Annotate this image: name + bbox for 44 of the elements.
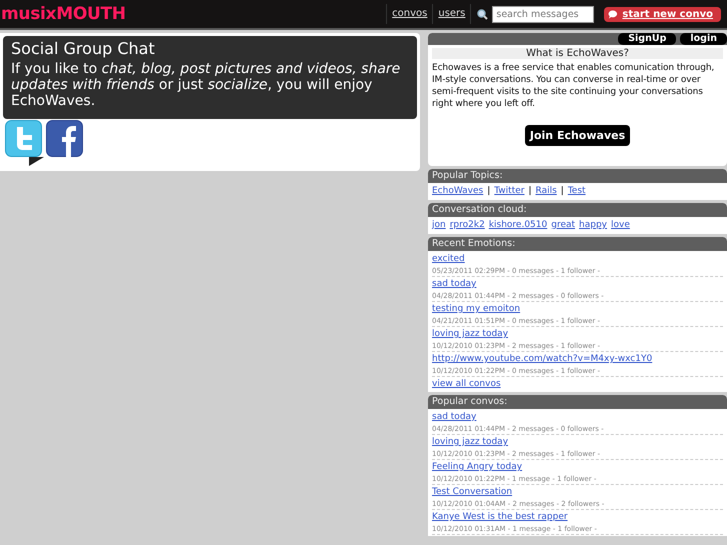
account-button[interactable]: SignUp — [618, 33, 676, 45]
section-header: Popular convos: — [428, 395, 727, 409]
topic-link[interactable]: great — [551, 220, 576, 230]
f-logo-icon[interactable] — [46, 120, 83, 157]
topic-link[interactable]: Test — [568, 186, 586, 196]
logo: musixMOUTH — [0, 4, 127, 24]
convo-link[interactable]: loving jazz today — [432, 436, 723, 449]
triangle-icon — [29, 157, 44, 166]
section-header: Recent Emotions: — [428, 237, 727, 251]
convo-link[interactable]: loving jazz today — [432, 328, 723, 341]
separator: | — [560, 186, 564, 196]
nav-link[interactable]: convos — [386, 4, 432, 24]
separator: | — [528, 186, 532, 196]
section-header: Popular Topics: — [428, 169, 727, 183]
nav-link[interactable]: users — [432, 4, 470, 24]
intro-text: If you like to chat, blog, post pictures and videos, share updates with friends or just socialize, you will enjoy EchoWaves. — [11, 61, 402, 109]
topic-link[interactable]: EchoWaves — [432, 186, 484, 196]
view-all-link[interactable]: view all convos — [432, 377, 723, 391]
convo-link[interactable]: Kanye West is the best rapper — [432, 511, 723, 524]
convo-link[interactable]: sad today — [432, 278, 723, 291]
convo-link[interactable]: http://www.youtube.com/watch?v=M4xy-wxc1Y0 — [432, 353, 723, 366]
topic-link[interactable]: Rails — [536, 186, 557, 196]
start-convo-button[interactable]: start new convo — [604, 6, 721, 22]
convo-link[interactable]: testing my emoiton — [432, 303, 723, 316]
section-header: Conversation cloud: — [428, 203, 727, 217]
section-heading: What is EchoWaves? — [432, 48, 723, 59]
account-button[interactable]: login — [680, 33, 727, 45]
intro-title: Social Group Chat — [11, 39, 156, 58]
speech-bubble-icon — [608, 10, 618, 18]
topic-link[interactable]: Twitter — [494, 186, 524, 196]
convo-link[interactable]: Feeling Angry today — [432, 461, 723, 474]
search-icon — [477, 8, 488, 20]
search-field[interactable]: search messages — [492, 6, 594, 22]
topic-link[interactable]: jon — [432, 220, 446, 230]
convo-link[interactable]: sad today — [432, 411, 723, 424]
topic-link[interactable]: kishore.0510 — [488, 220, 548, 230]
topic-link[interactable]: love — [611, 220, 630, 230]
separator: | — [487, 186, 490, 196]
topic-link[interactable]: rpro2k2 — [450, 220, 485, 230]
topic-link[interactable]: happy — [579, 220, 608, 230]
convo-link[interactable]: excited — [432, 253, 723, 266]
join-button[interactable]: Join Echowaves — [524, 125, 630, 146]
description-text: Echowaves is a free service that enables comunication through, IM-style conversations. You can converse in real-time or over semi-frequent visits to the site continuing your conversations right where you left off. — [431, 62, 716, 110]
convo-link[interactable]: Test Conversation — [432, 486, 723, 499]
